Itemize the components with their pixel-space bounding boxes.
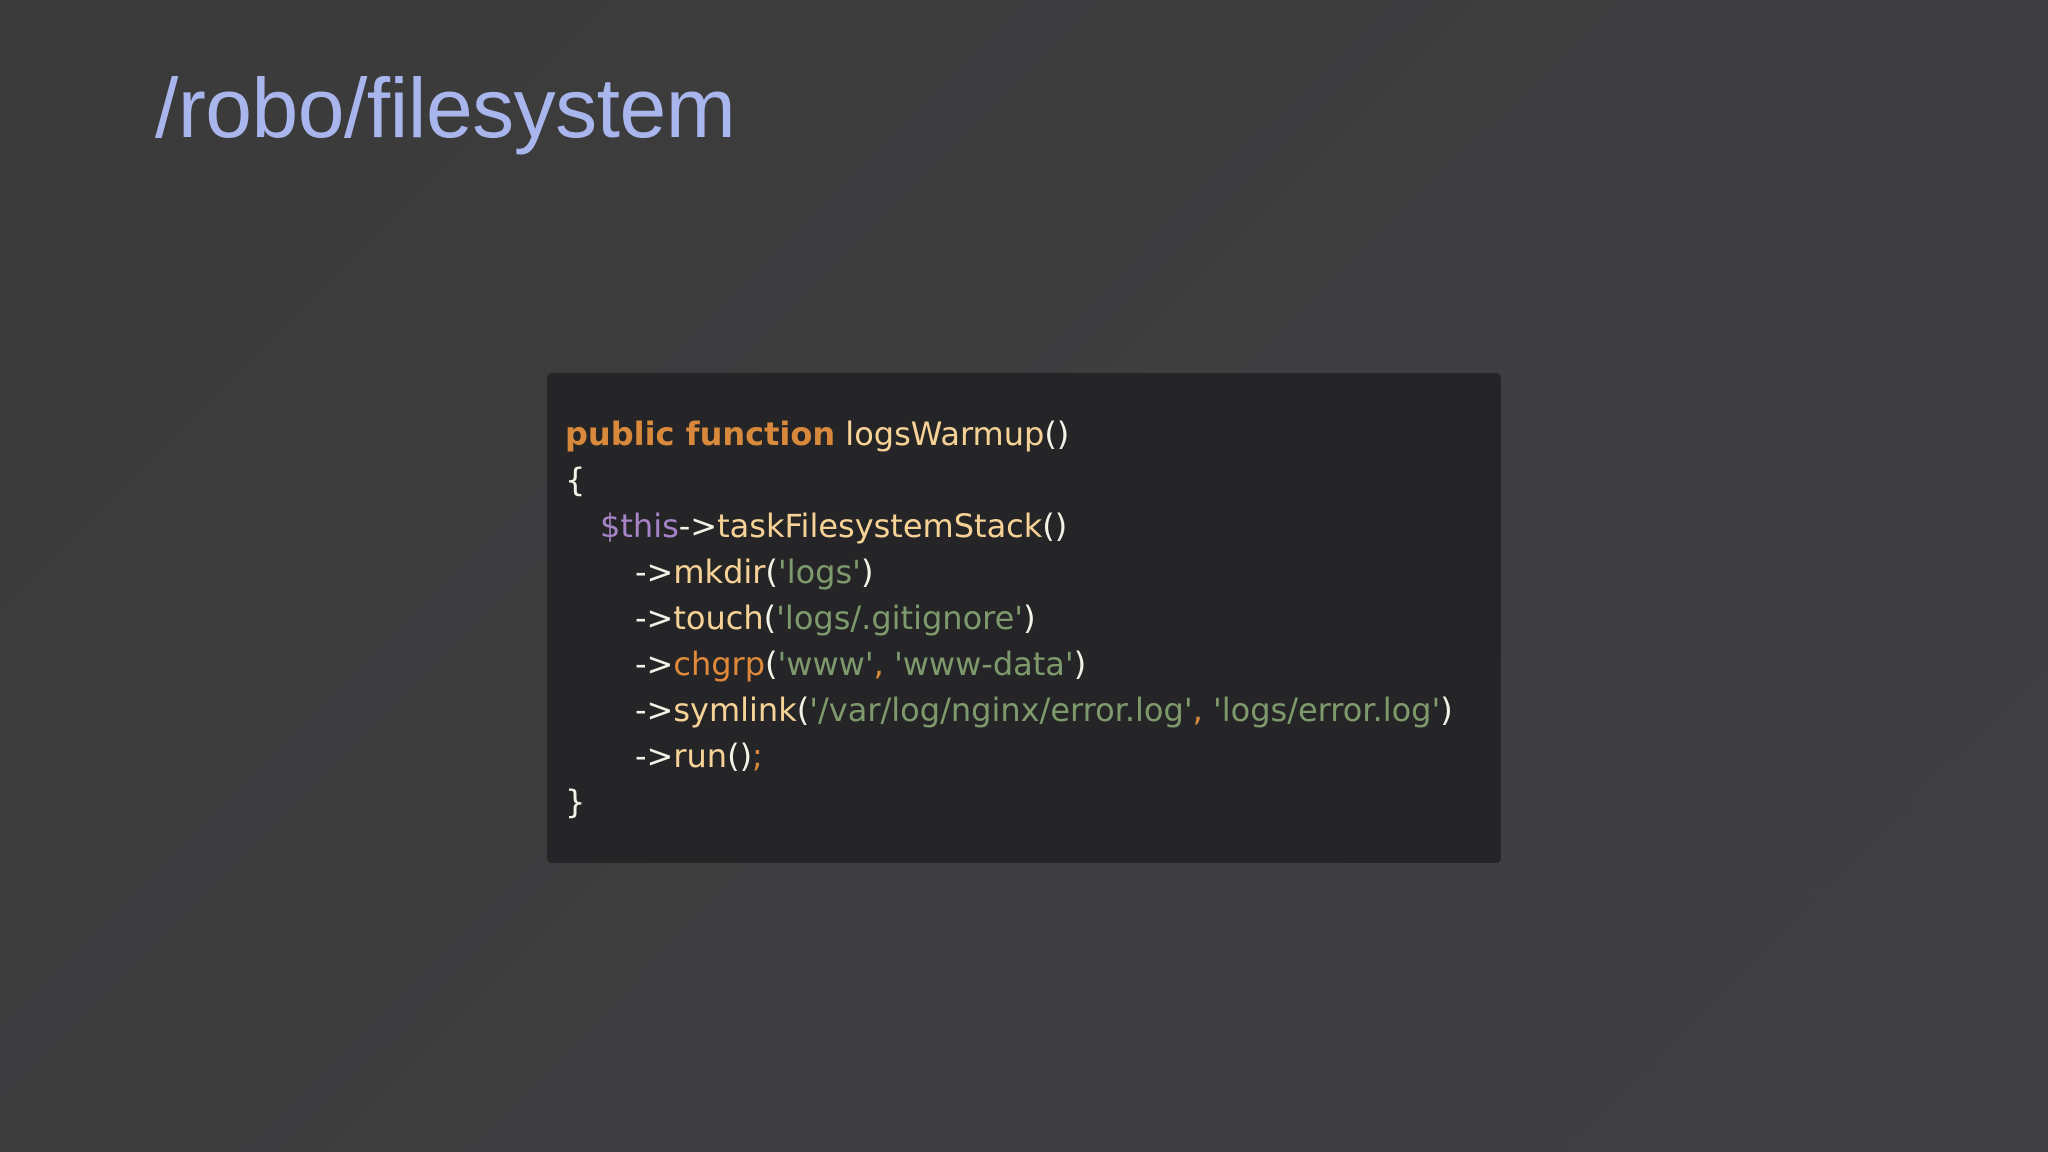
code-arrow: -> — [635, 645, 674, 683]
code-parens: () — [1044, 415, 1070, 453]
code-parens: () — [1042, 507, 1068, 545]
code-open-paren: ( — [765, 645, 778, 683]
code-arrow: -> — [635, 599, 674, 637]
code-variable: $this — [600, 507, 679, 545]
code-open-paren: ( — [796, 691, 810, 729]
code-open-paren: ( — [763, 599, 777, 637]
code-method: symlink — [673, 691, 797, 729]
code-method: run — [673, 737, 728, 775]
code-method: chgrp — [673, 645, 766, 683]
code-line-symlink: ->symlink('/var/log/nginx/error.log', 'l… — [565, 687, 1483, 733]
code-comma: , — [1192, 691, 1213, 729]
code-string: '/var/log/nginx/error.log' — [809, 691, 1193, 729]
code-string: 'www' — [777, 645, 874, 683]
code-string: 'logs/.gitignore' — [776, 599, 1024, 637]
code-semicolon: ; — [752, 737, 763, 775]
code-line-open-brace: { — [565, 457, 1483, 503]
code-method: mkdir — [673, 553, 766, 591]
code-arrow: -> — [635, 691, 674, 729]
code-line-touch: ->touch('logs/.gitignore') — [565, 595, 1483, 641]
code-close-paren: ) — [860, 553, 874, 591]
slide-title: /robo/filesystem — [155, 61, 736, 155]
code-open-paren: ( — [765, 553, 778, 591]
code-keyword: public function — [565, 415, 836, 453]
code-arrow: -> — [635, 553, 674, 591]
code-line-mkdir: ->mkdir('logs') — [565, 549, 1483, 595]
code-function-name: logsWarmup — [845, 415, 1045, 453]
code-block: public function logsWarmup() { $this->ta… — [547, 373, 1501, 863]
code-close-paren: ) — [1440, 691, 1453, 729]
code-string: 'logs/error.log' — [1212, 691, 1441, 729]
code-brace: } — [565, 783, 586, 821]
code-string: 'logs' — [777, 553, 861, 591]
code-comma: , — [873, 645, 894, 683]
code-method: touch — [673, 599, 764, 637]
code-close-paren: ) — [1023, 599, 1036, 637]
code-line-task-stack: $this->taskFilesystemStack() — [565, 503, 1483, 549]
code-brace: { — [565, 461, 586, 499]
code-string: 'www-data' — [893, 645, 1074, 683]
code-method: taskFilesystemStack — [717, 507, 1043, 545]
code-line-chgrp: ->chgrp('www', 'www-data') — [565, 641, 1483, 687]
code-line-function-declaration: public function logsWarmup() — [565, 411, 1483, 457]
code-line-close-brace: } — [565, 779, 1483, 825]
code-parens: () — [727, 737, 753, 775]
code-arrow: -> — [635, 737, 674, 775]
code-arrow: -> — [678, 507, 718, 545]
code-close-paren: ) — [1073, 645, 1087, 683]
code-line-run: ->run(); — [565, 733, 1483, 779]
